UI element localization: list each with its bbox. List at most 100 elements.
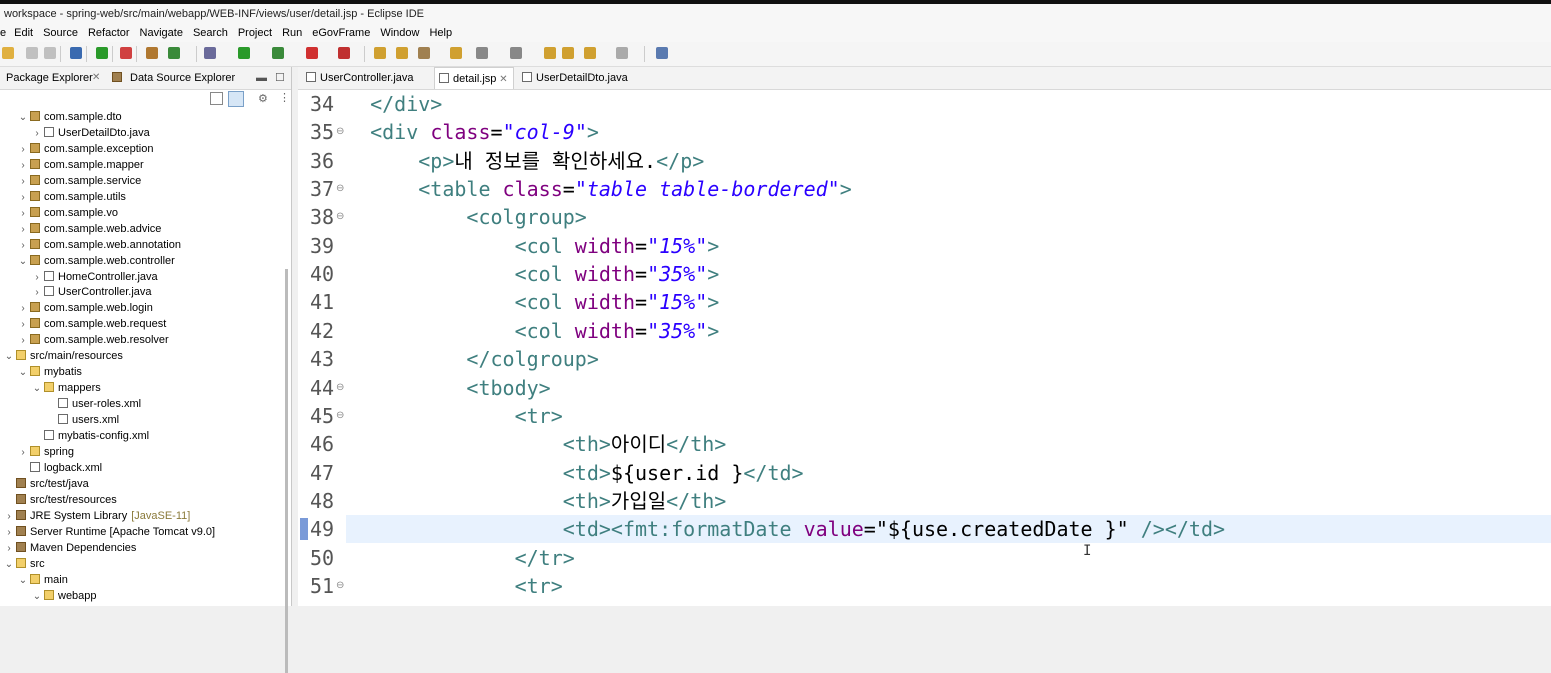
close-tab-icon[interactable]: ✕: [496, 74, 507, 85]
target-icon[interactable]: [168, 47, 180, 59]
expanded-chevron-icon[interactable]: ⌄: [32, 381, 42, 397]
tree-item[interactable]: src/test/java: [4, 476, 89, 492]
nav-back-icon[interactable]: [584, 47, 596, 59]
stop-icon[interactable]: [306, 47, 318, 59]
tree-item[interactable]: logback.xml: [18, 460, 102, 476]
expanded-chevron-icon[interactable]: ⌄: [18, 254, 28, 270]
tree-item[interactable]: › HomeController.java: [32, 269, 158, 285]
menu-search[interactable]: Search: [188, 24, 233, 42]
code-line[interactable]: <colgroup>: [346, 203, 1551, 231]
menu-edit[interactable]: Edit: [9, 24, 38, 42]
tree-item[interactable]: src/test/resources: [4, 492, 117, 508]
expanded-chevron-icon[interactable]: ⌄: [4, 557, 14, 573]
code-line[interactable]: <th>가입일</th>: [346, 487, 1551, 515]
menu-navigate[interactable]: Navigate: [135, 24, 188, 42]
tree-item[interactable]: › JRE System Library [JavaSE-11]: [4, 508, 190, 524]
tree-item[interactable]: ⌄ mybatis: [18, 364, 82, 380]
tree-item[interactable]: › com.sample.web.resolver: [18, 332, 169, 348]
code-line[interactable]: </div>: [346, 90, 1551, 118]
open-type-icon[interactable]: [374, 47, 386, 59]
collapsed-chevron-icon[interactable]: ›: [32, 126, 42, 142]
menu-window[interactable]: Window: [375, 24, 424, 42]
code-line[interactable]: </tr>: [346, 544, 1551, 572]
code-line[interactable]: <tr>: [346, 402, 1551, 430]
collapsed-chevron-icon[interactable]: ›: [18, 158, 28, 174]
filter-icon[interactable]: ⚙: [258, 92, 268, 105]
tree-item[interactable]: › Server Runtime [Apache Tomcat v9.0]: [4, 524, 215, 540]
code-line[interactable]: <div class="col-9">: [346, 118, 1551, 146]
code-line[interactable]: <tr>: [346, 572, 1551, 600]
tree-item[interactable]: ⌄ src: [4, 556, 45, 572]
tree-item[interactable]: › UserDetailDto.java: [32, 125, 150, 141]
run-icon[interactable]: [238, 47, 250, 59]
collapse-all-icon[interactable]: [210, 92, 223, 105]
close-icon[interactable]: ✕: [92, 67, 100, 89]
collapsed-chevron-icon[interactable]: ›: [18, 238, 28, 254]
code-area[interactable]: </div> <div class="col-9"> <p>내 정보를 확인하세…: [346, 90, 1551, 606]
fold-toggle-icon[interactable]: ⊖: [336, 175, 344, 203]
expanded-chevron-icon[interactable]: ⌄: [4, 349, 14, 365]
tree-item[interactable]: › com.sample.service: [18, 173, 141, 189]
coverage-icon[interactable]: [272, 47, 284, 59]
fold-toggle-icon[interactable]: ⊖: [336, 374, 344, 402]
tree-item[interactable]: › com.sample.utils: [18, 189, 126, 205]
tree-item[interactable]: › com.sample.web.annotation: [18, 237, 181, 253]
tree-item[interactable]: › com.sample.vo: [18, 205, 118, 221]
collapsed-chevron-icon[interactable]: ›: [18, 190, 28, 206]
tree-item[interactable]: mybatis-config.xml: [32, 428, 149, 444]
collapsed-chevron-icon[interactable]: ›: [32, 285, 42, 301]
tree-item[interactable]: user-roles.xml: [46, 396, 141, 412]
code-line[interactable]: <td>${user.id }</td>: [346, 459, 1551, 487]
collapsed-chevron-icon[interactable]: ›: [18, 301, 28, 317]
editor-tab[interactable]: detail.jsp ✕: [434, 67, 514, 89]
save-all-icon[interactable]: [44, 47, 56, 59]
next-annotation-icon[interactable]: [476, 47, 488, 59]
nav-forward-icon[interactable]: [616, 47, 628, 59]
menu-project[interactable]: Project: [233, 24, 277, 42]
perspective-icon[interactable]: [656, 47, 668, 59]
build-icon[interactable]: [146, 47, 158, 59]
menu-help[interactable]: Help: [424, 24, 457, 42]
collapsed-chevron-icon[interactable]: ›: [32, 270, 42, 286]
editor-tab[interactable]: UserDetailDto.java: [518, 67, 632, 89]
collapsed-chevron-icon[interactable]: ›: [4, 525, 14, 541]
tree-item[interactable]: ⌄ webapp: [32, 588, 97, 604]
tree-item[interactable]: › com.sample.exception: [18, 141, 153, 157]
menu-egovframe[interactable]: eGovFrame: [307, 24, 375, 42]
code-line[interactable]: <col width="15%">: [346, 288, 1551, 316]
collapsed-chevron-icon[interactable]: ›: [18, 333, 28, 349]
collapsed-chevron-icon[interactable]: ›: [4, 541, 14, 557]
collapsed-chevron-icon[interactable]: ›: [4, 509, 14, 525]
collapsed-chevron-icon[interactable]: ›: [18, 317, 28, 333]
menu-source[interactable]: Source: [38, 24, 83, 42]
code-line[interactable]: <td><fmt:formatDate value="${use.created…: [346, 515, 1551, 544]
fold-toggle-icon[interactable]: ⊖: [336, 203, 344, 231]
editor-tab[interactable]: UserController.java: [302, 67, 432, 89]
link-with-editor-icon[interactable]: [228, 91, 244, 107]
code-line[interactable]: </colgroup>: [346, 345, 1551, 373]
fold-toggle-icon[interactable]: ⊖: [336, 118, 344, 146]
code-line[interactable]: <col width="15%">: [346, 232, 1551, 260]
code-line[interactable]: <col width="35%">: [346, 260, 1551, 288]
tree-item[interactable]: ⌄ src/main/resources: [4, 348, 123, 364]
refresh-icon[interactable]: [120, 47, 132, 59]
run-server-icon[interactable]: [96, 47, 108, 59]
maximize-icon[interactable]: ☐: [275, 67, 285, 89]
code-line[interactable]: <table class="table table-bordered">: [346, 175, 1551, 203]
tree-item[interactable]: › spring: [18, 444, 74, 460]
view-menu-icon[interactable]: ⋮: [279, 91, 290, 104]
tree-item[interactable]: users.xml: [46, 412, 119, 428]
debug-icon[interactable]: [204, 47, 216, 59]
tree-item[interactable]: › com.sample.web.request: [18, 316, 166, 332]
menu-refactor[interactable]: Refactor: [83, 24, 135, 42]
code-line[interactable]: <col width="35%">: [346, 317, 1551, 345]
tree-item[interactable]: › com.sample.mapper: [18, 157, 144, 173]
tree-item[interactable]: › UserController.java: [32, 284, 152, 300]
edit-icon[interactable]: [418, 47, 430, 59]
code-line[interactable]: <tbody>: [346, 374, 1551, 402]
expanded-chevron-icon[interactable]: ⌄: [32, 589, 42, 605]
collapsed-chevron-icon[interactable]: ›: [18, 206, 28, 222]
save-icon[interactable]: [26, 47, 38, 59]
open-task-icon[interactable]: [450, 47, 462, 59]
expanded-chevron-icon[interactable]: ⌄: [18, 365, 28, 381]
